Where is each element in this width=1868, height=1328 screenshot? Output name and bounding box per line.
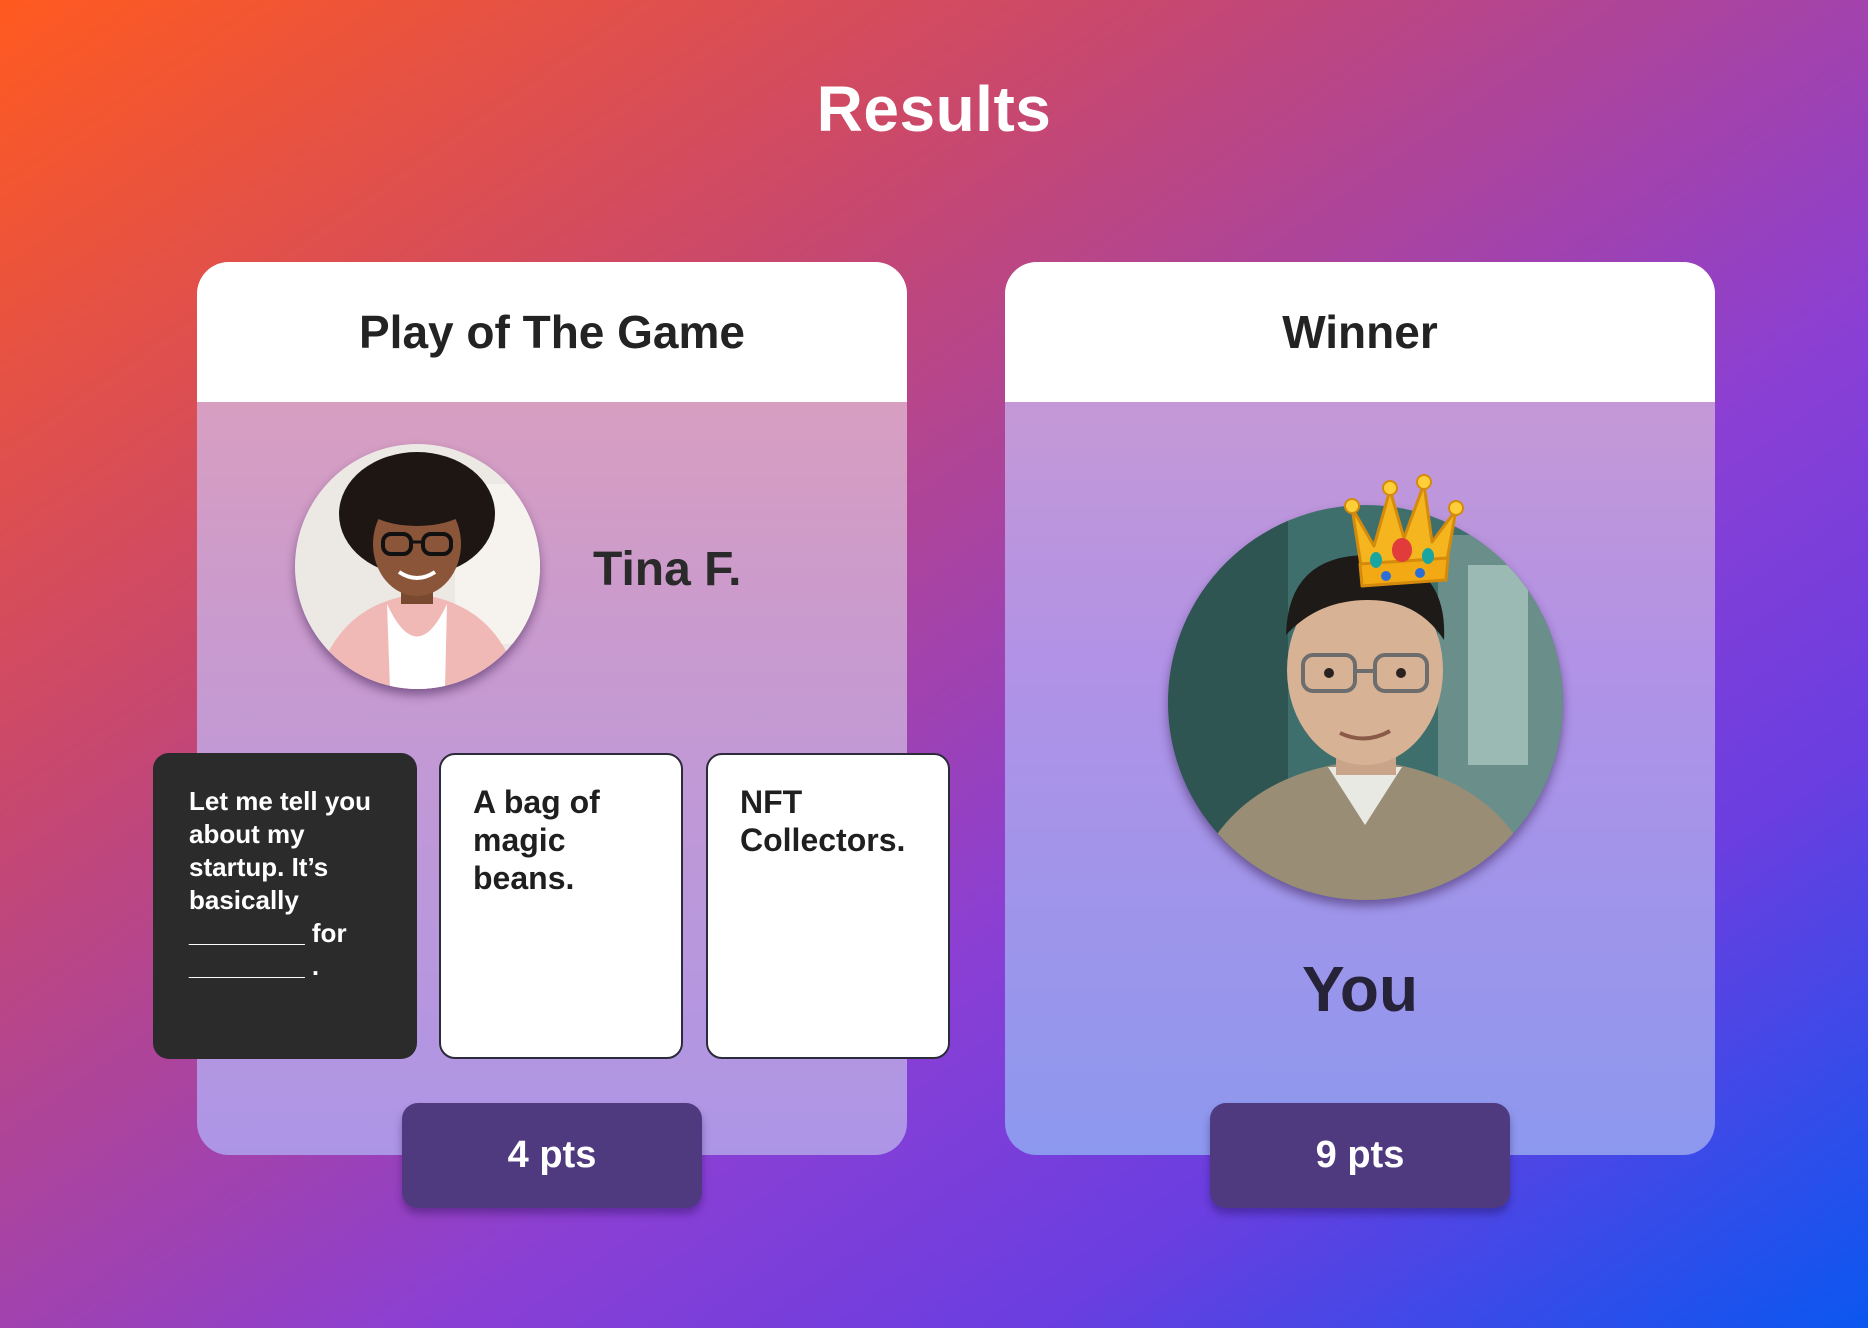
white-answer-card: NFT Collectors. [706,753,950,1059]
white-card-line: Collectors. [740,822,906,858]
play-of-the-game-header: Play of The Game [197,262,907,402]
black-card-line: basically [189,885,299,915]
winner-player-name: You [1301,953,1419,1025]
play-of-the-game-player-name: Tina F. [593,543,742,596]
play-of-the-game-points-badge: 4 pts [402,1103,702,1208]
black-card-line: ________ for [189,918,347,948]
black-prompt-card: Let me tell you about my startup. It’s b… [153,753,417,1059]
winner-panel: Winner You [1005,262,1715,1155]
black-card-line: ________ . [189,951,320,981]
black-card-line: about my [189,819,305,849]
winner-header: Winner [1005,262,1715,402]
tina-avatar [295,444,540,689]
white-answer-card: A bag of magic beans. [439,753,683,1059]
page-title: Results [816,73,1052,145]
tina-avatar-image [295,444,540,689]
winner-points-badge: 9 pts [1210,1103,1510,1208]
crown-icon [1344,474,1464,588]
white-card-line: NFT [740,784,803,820]
black-card-line: Let me tell you [189,786,372,816]
white-card-line: beans. [473,860,575,896]
white-card-line: A bag of [473,784,600,820]
white-card-line: magic [473,822,566,858]
black-card-line: startup. It’s [189,852,329,882]
